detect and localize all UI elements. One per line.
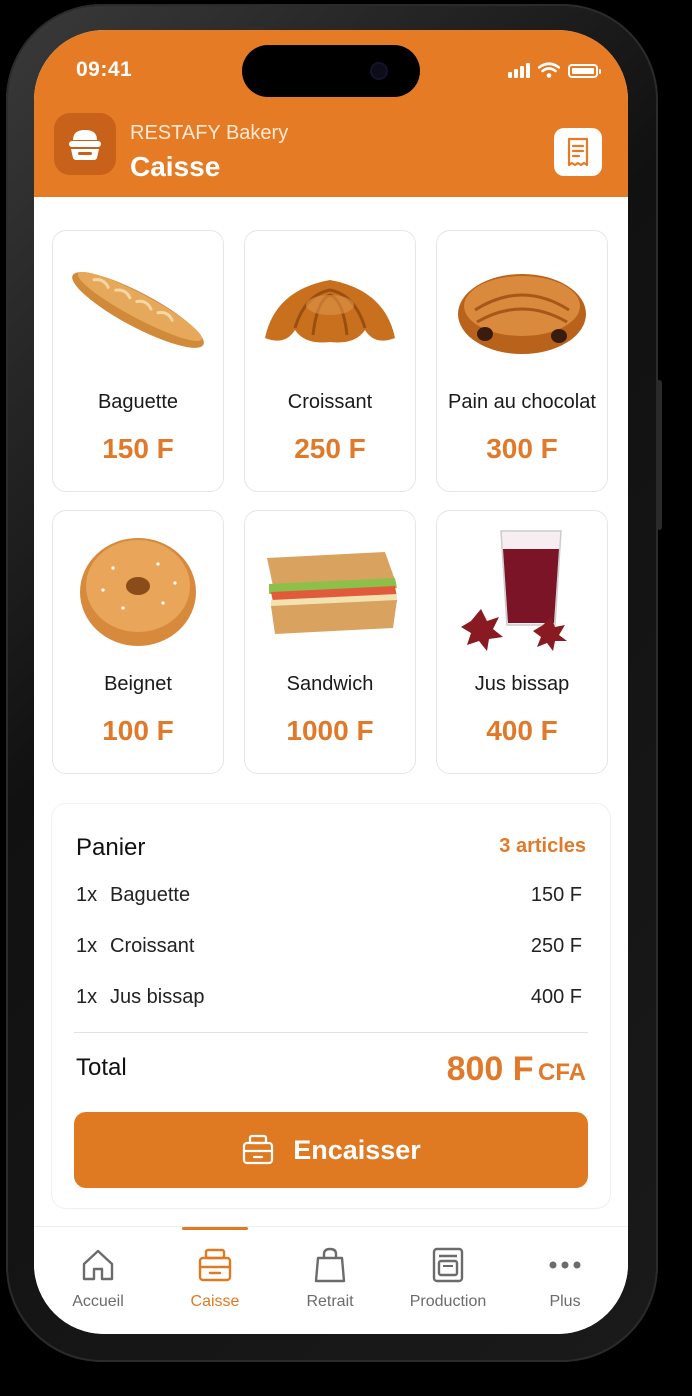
receipt-icon	[567, 137, 589, 167]
total-label: Total	[76, 1054, 127, 1081]
cash-register-icon	[198, 1248, 232, 1282]
wifi-icon	[538, 62, 560, 78]
cart-title: Panier	[76, 834, 146, 861]
product-name: Jus bissap	[474, 673, 570, 695]
product-card-sandwich[interactable]: Sandwich 1000 F	[244, 510, 416, 774]
product-card-pain-au-chocolat[interactable]: Pain au chocolat 300 F	[436, 230, 608, 492]
product-name: Sandwich	[286, 673, 374, 695]
product-name: Pain au chocolat	[448, 391, 596, 413]
cash-register-icon	[243, 1134, 274, 1165]
brand-name: RESTAFY Bakery	[130, 122, 289, 144]
item-qty: 1x	[76, 935, 98, 957]
product-card-beignet[interactable]: Beignet 100 F	[52, 510, 224, 774]
pain-au-chocolat-icon	[447, 245, 597, 375]
cart-line-item[interactable]: 1x Jus bissap 400 F	[76, 986, 582, 1014]
item-amount: 250 F	[530, 935, 582, 957]
dynamic-island	[242, 45, 420, 97]
receipt-button[interactable]	[554, 128, 602, 176]
total-currency: CFA	[538, 1059, 586, 1086]
juice-icon	[447, 525, 597, 655]
bakery-logo-icon	[69, 130, 101, 160]
product-price: 150 F	[102, 433, 174, 464]
item-name: Jus bissap	[110, 986, 205, 1008]
product-price: 100 F	[102, 715, 174, 746]
signal-icon	[508, 62, 530, 78]
cart-line-item[interactable]: 1x Croissant 250 F	[76, 935, 582, 963]
active-tab-indicator	[182, 1227, 248, 1230]
cart-divider	[74, 1032, 588, 1033]
sandwich-icon	[255, 525, 405, 655]
home-icon	[82, 1249, 114, 1281]
app-screen: 09:41 RESTAFY Bakery Caisse Baguette 150…	[34, 30, 628, 1334]
tab-label: Plus	[549, 1293, 581, 1310]
product-name: Beignet	[104, 673, 172, 695]
donut-icon	[63, 525, 213, 655]
total-value: 800 F CFA	[447, 1050, 586, 1089]
status-time: 09:41	[76, 58, 133, 81]
product-price: 250 F	[294, 433, 366, 464]
battery-icon	[568, 64, 601, 78]
baguette-icon	[63, 245, 213, 375]
cart-panel: Panier 3 articles 1x Baguette 150 F 1x C…	[52, 804, 610, 1208]
tab-label: Retrait	[306, 1293, 354, 1310]
bottom-tab-bar: Accueil Caisse Retrait Production Plus	[34, 1226, 628, 1334]
item-name: Croissant	[110, 935, 195, 957]
checkout-label: Encaisser	[293, 1134, 421, 1165]
product-price: 300 F	[486, 433, 558, 464]
cart-line-item[interactable]: 1x Baguette 150 F	[76, 884, 582, 912]
more-icon	[549, 1261, 581, 1269]
item-amount: 400 F	[530, 986, 582, 1008]
croissant-icon	[255, 245, 405, 375]
tab-label: Production	[409, 1293, 487, 1310]
tab-retrait[interactable]: Retrait	[280, 1243, 380, 1311]
product-name: Croissant	[287, 391, 373, 413]
tab-production[interactable]: Production	[398, 1243, 498, 1311]
item-amount: 150 F	[530, 884, 582, 906]
product-card-baguette[interactable]: Baguette 150 F	[52, 230, 224, 492]
product-card-jus-bissap[interactable]: Jus bissap 400 F	[436, 510, 608, 774]
cart-count: 3 articles	[499, 835, 586, 857]
app-header: 09:41 RESTAFY Bakery Caisse	[34, 30, 628, 197]
product-card-croissant[interactable]: Croissant 250 F	[244, 230, 416, 492]
item-qty: 1x	[76, 884, 98, 906]
tab-plus[interactable]: Plus	[515, 1243, 615, 1311]
tab-accueil[interactable]: Accueil	[48, 1243, 148, 1311]
item-qty: 1x	[76, 986, 98, 1008]
side-button	[656, 380, 662, 530]
item-name: Baguette	[110, 884, 191, 906]
tab-label: Caisse	[190, 1293, 240, 1310]
tab-caisse[interactable]: Caisse	[165, 1243, 265, 1311]
tab-label: Accueil	[72, 1293, 124, 1310]
page-title: Caisse	[130, 151, 221, 182]
app-logo	[54, 113, 116, 175]
product-name: Baguette	[97, 391, 179, 413]
total-amount: 800 F	[446, 1050, 534, 1088]
shopping-bag-icon	[314, 1247, 346, 1283]
product-price: 1000 F	[286, 715, 374, 746]
checkout-button[interactable]: Encaisser	[74, 1112, 588, 1188]
status-icons	[508, 62, 601, 78]
oven-icon	[432, 1247, 464, 1283]
product-price: 400 F	[486, 715, 558, 746]
